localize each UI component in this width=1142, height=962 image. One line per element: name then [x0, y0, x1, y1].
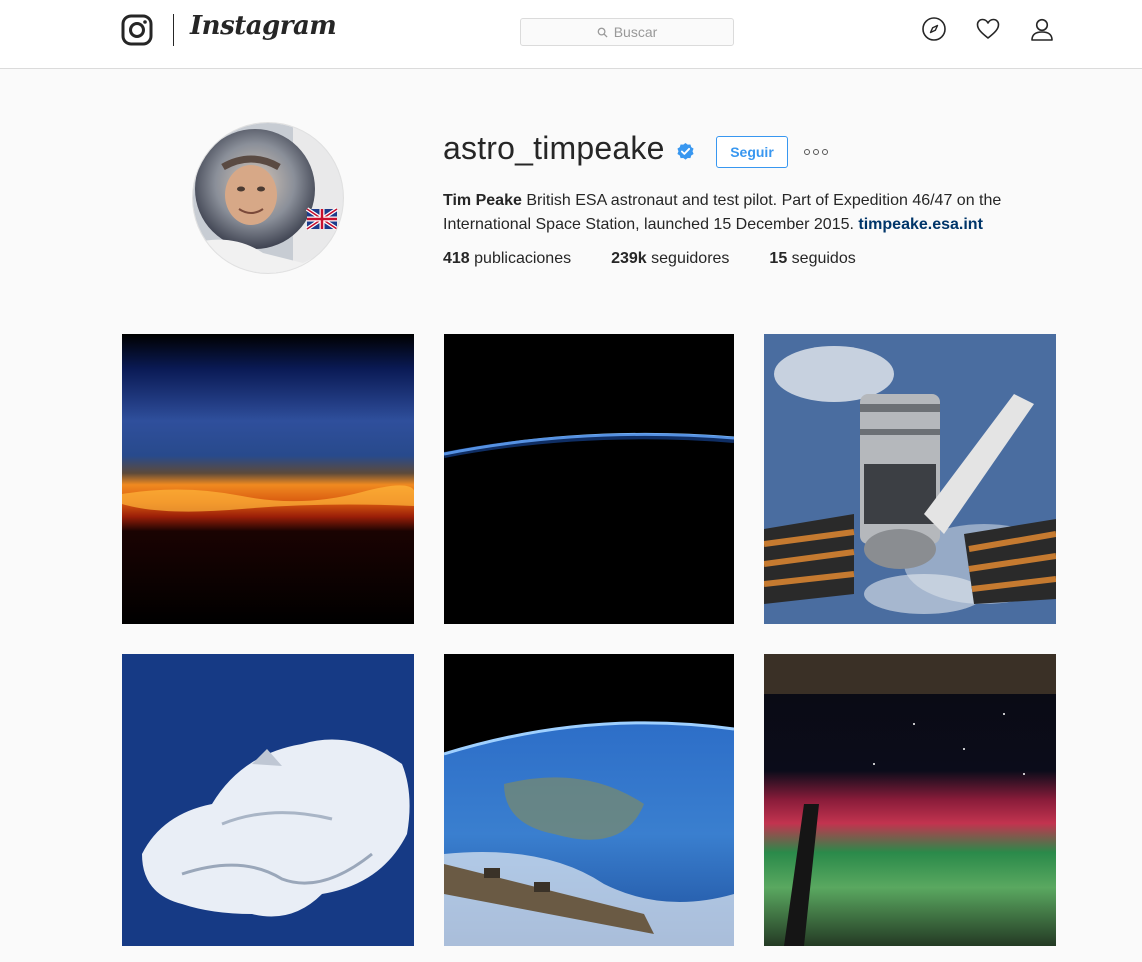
- profile-username: astro_timpeake: [443, 130, 665, 166]
- search-input[interactable]: Buscar: [520, 18, 734, 46]
- logo-divider: [173, 14, 174, 46]
- post-thumbnail-spacecraft[interactable]: [764, 334, 1056, 624]
- followers-count[interactable]: 239k seguidores: [611, 250, 729, 268]
- heart-activity-icon[interactable]: [975, 16, 1001, 42]
- dot-icon: [813, 149, 819, 155]
- profile-full-name: Tim Peake: [443, 192, 522, 209]
- dot-icon: [822, 149, 828, 155]
- explore-compass-icon[interactable]: [921, 16, 947, 42]
- following-count[interactable]: 15 seguidos: [769, 250, 855, 268]
- more-options-button[interactable]: [801, 142, 831, 162]
- profile-stats: 418 publicaciones 239k seguidores 15 seg…: [443, 250, 896, 268]
- post-thumbnail-snowy-island[interactable]: [122, 654, 414, 946]
- dot-icon: [804, 149, 810, 155]
- search-placeholder: Buscar: [613, 24, 658, 40]
- post-thumbnail-earth-arm[interactable]: [444, 654, 734, 946]
- posts-count: 418 publicaciones: [443, 250, 572, 267]
- instagram-wordmark[interactable]: Instagram: [190, 11, 337, 41]
- top-navigation-bar: Instagram Buscar: [0, 0, 1142, 69]
- user-profile-icon[interactable]: [1029, 16, 1055, 42]
- profile-bio: Tim Peake British ESA astronaut and test…: [443, 189, 1043, 237]
- website-link[interactable]: timpeake.esa.int: [858, 216, 983, 233]
- verified-badge-icon: [677, 142, 694, 160]
- post-thumbnail-earth-limb[interactable]: [444, 334, 734, 624]
- post-thumbnail-aurora[interactable]: [764, 654, 1056, 946]
- profile-avatar[interactable]: [192, 122, 344, 274]
- search-icon: [597, 27, 608, 38]
- follow-button[interactable]: Seguir: [716, 136, 788, 168]
- post-thumbnail-sunset[interactable]: [122, 334, 414, 624]
- instagram-camera-icon[interactable]: [121, 14, 153, 46]
